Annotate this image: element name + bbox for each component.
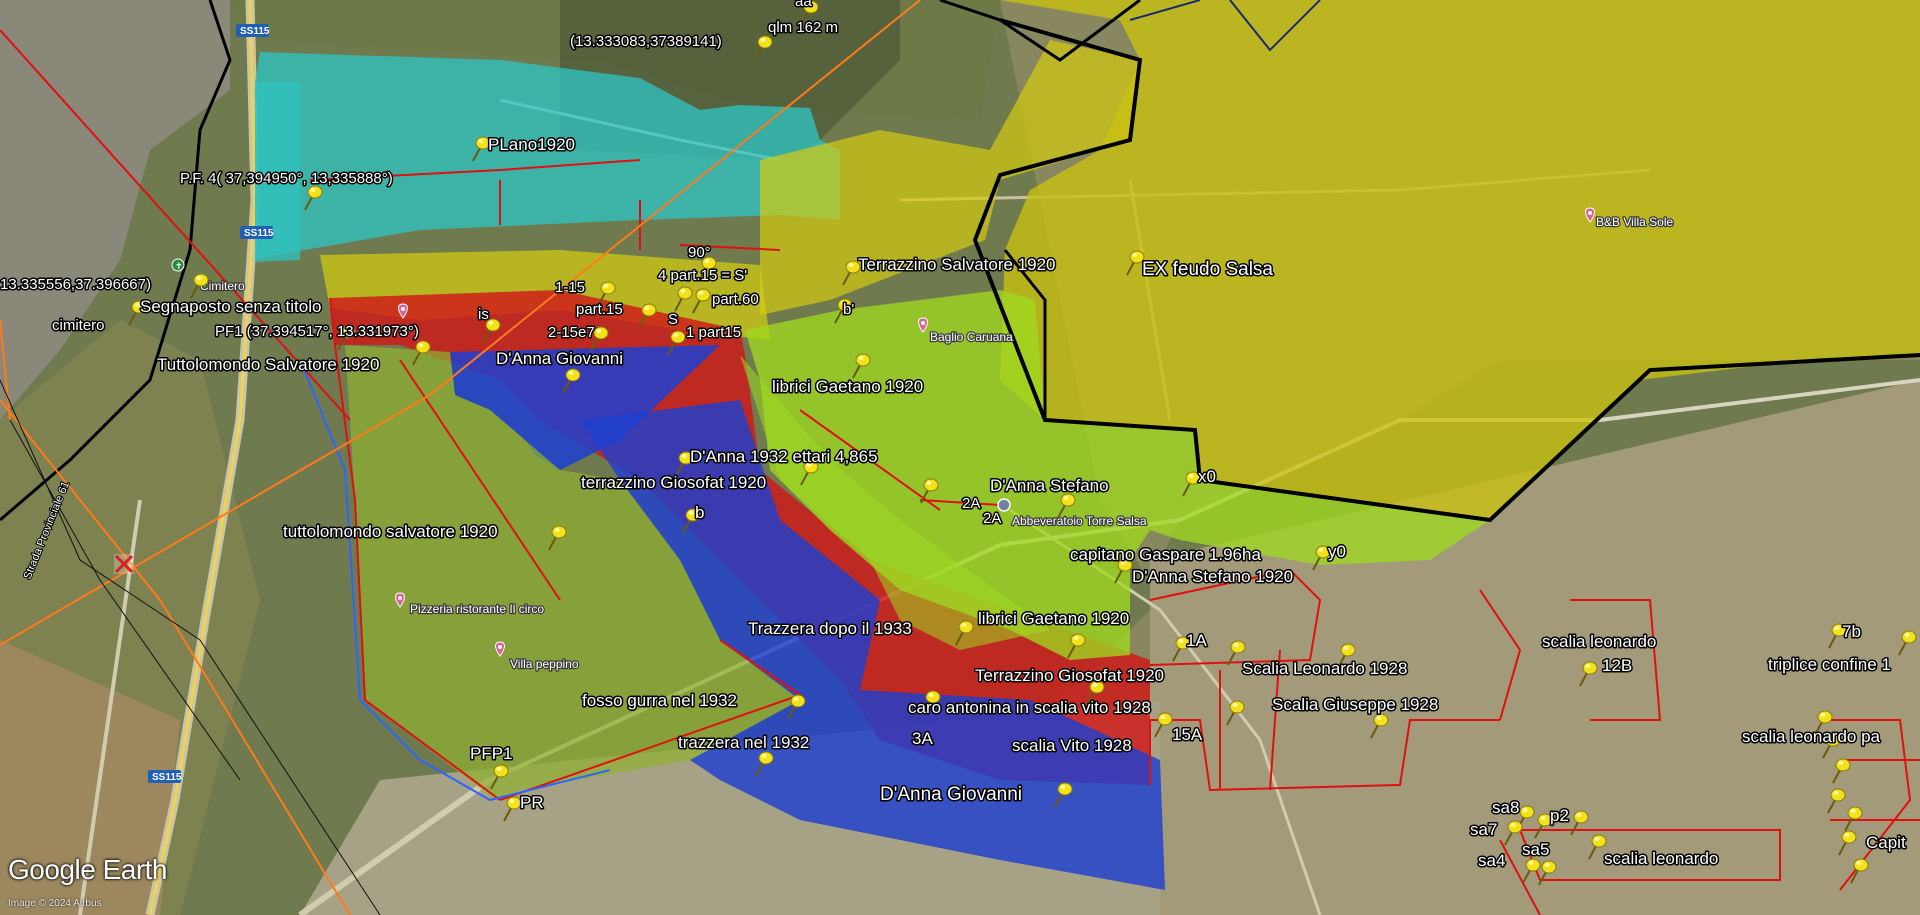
poi-label-abbeveratoio: Abbeveratoio Torre Salsa [1012,514,1147,528]
label-scalia-leo-pa: scalia leonardo pa [1742,727,1881,746]
label-part15: part.15 [576,301,623,318]
label-s: S [668,311,678,328]
poi-label-baglio: Baglio Caruana [930,330,1013,344]
poi-label-villa: Villa peppino [510,657,579,671]
label-segnaposto: Segnaposto senza titolo [140,297,321,316]
road-label-ss115-top: SS115 [240,26,270,37]
label-part60: part.60 [712,291,759,308]
x-marker-icon[interactable] [114,554,134,574]
label-danna-giov-bot: D'Anna Giovanni [880,784,1022,805]
label-coord-left: 13.335556,37.396667) [0,276,151,293]
label-90: 90° [688,244,711,261]
label-qlm: qlm 162 m [768,19,838,36]
label-coord-top: (13.333083,37389141) [570,33,722,50]
label-sa5: sa5 [1522,840,1549,859]
label-danna-giov-top: D'Anna Giovanni [496,349,623,368]
label-3a: 3A [912,729,933,748]
label-danna1932: D'Anna 1932 ettari 4,865 [690,447,878,466]
label-p2: p2 [1550,806,1569,825]
label-ex-feudo: EX feudo Salsa [1142,259,1273,280]
label-pfp1: PFP1 [470,744,513,763]
label-danna-stefano: D'Anna Stefano [990,476,1109,495]
satellite-map-view[interactable]: SS115 SS115 SS115 Strada Provinciale 61 … [0,0,1920,915]
label-12b: 12B [1602,656,1632,675]
label-7b: 7b [1842,622,1861,641]
label-scalia-gius: Scalia Giuseppe 1928 [1272,695,1438,714]
label-danna-stefano1920: D'Anna Stefano 1920 [1132,567,1293,586]
label-x0: x0 [1198,467,1216,486]
label-terrazzino-gios1: terrazzino Giosofat 1920 [581,473,766,492]
label-2-15e7: 2-15e7 [548,324,595,341]
label-pf4: P.F. 4( 37,394950°, 13,335888°) [180,170,393,187]
google-earth-logo: Google Earth [8,854,168,885]
label-is: is [478,306,489,323]
label-caro: caro antonina in scalia vito 1928 [908,698,1151,717]
imagery-copyright: Image © 2024 Airbus [8,898,102,909]
label-1part15: 1 part15 [686,324,741,341]
label-tutto-low: tuttolomondo salvatore 1920 [283,522,498,541]
label-sa8: sa8 [1492,798,1519,817]
poi-label-pizzeria: Pizzeria ristorante Il circo [410,602,544,616]
label-scalia-vito: scalia Vito 1928 [1012,736,1132,755]
label-pf1: PF1 (37.394517°, 13.331973°) [215,323,419,340]
label-capitano: capitano Gaspare 1.96ha [1070,545,1261,564]
label-1-15: 1-15 [555,279,585,296]
label-capit: Capit [1866,833,1906,852]
label-y0: y0 [1328,542,1346,561]
label-sa7: sa7 [1470,820,1497,839]
label-trazzera1933: Trazzera dopo il 1933 [748,619,912,638]
label-scalia-leo: scalia leonardo [1542,632,1656,651]
label-pr: PR [520,793,544,812]
poi-label-bb: B&B Villa Sole [1596,215,1673,229]
label-triplice: triplice confine 1 [1768,655,1891,674]
road-label-ss115-mid: SS115 [244,228,274,239]
label-sa4: sa4 [1478,851,1505,870]
label-b: b [695,503,704,522]
label-cimitero: cimitero [52,317,105,334]
label-aa: aa [795,0,812,10]
label-terrazzino-salv: Terrazzino Salvatore 1920 [858,255,1056,274]
label-plano: PLano1920 [488,135,575,154]
label-15a: 15A [1172,725,1203,744]
road-label-ss115-bottom: SS115 [152,772,182,783]
label-librici-top: librici Gaetano 1920 [772,377,923,396]
label-fosso: fosso gurra nel 1932 [582,691,737,710]
label-bprime: b' [843,301,854,318]
svg-text:✝: ✝ [175,261,183,271]
label-trazzera1932: trazzera nel 1932 [678,733,809,752]
label-2a: 2A [962,495,980,512]
cemetery-icon[interactable]: ✝ [171,258,185,272]
label-scalia-leo1928: Scalia Leonardo 1928 [1242,659,1407,678]
label-1a: 1A [1186,631,1207,650]
label-librici-low: librici Gaetano 1920 [978,609,1129,628]
label-scalia-leo-bot: scalia leonardo [1604,849,1718,868]
label-2a-b: 2A [983,510,1001,527]
label-terrazzino-gios2: Terrazzino Giosofat 1920 [975,666,1164,685]
label-tuttolomondo: Tuttolomondo Salvatore 1920 [157,355,379,374]
label-part4: 4 part.15 = S' [658,267,747,284]
